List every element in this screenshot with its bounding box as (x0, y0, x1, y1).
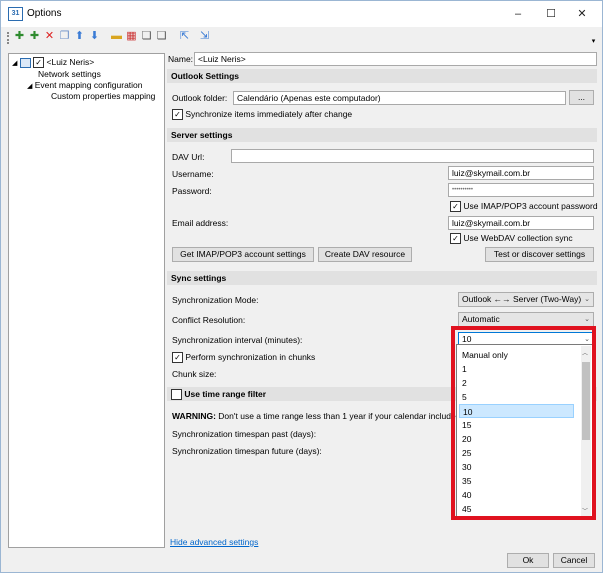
close-button[interactable]: ✕ (567, 5, 597, 23)
toolbar-grip (7, 32, 11, 44)
conflict-resolution-value: Automatic (462, 314, 500, 324)
move-down-icon[interactable]: ⬇ (88, 30, 101, 43)
toolbar-overflow-icon[interactable]: ▾ (587, 35, 600, 48)
window-title: Options (27, 8, 62, 19)
app-icon: 31 (8, 7, 23, 21)
import-icon[interactable]: ⇲ (198, 30, 211, 43)
collapse-icon[interactable]: ◢ (27, 83, 32, 90)
tree-item-custom-properties[interactable]: Custom properties mapping (51, 91, 155, 101)
chevron-down-icon: ⌄ (584, 316, 590, 323)
dav-url-input[interactable] (231, 149, 594, 163)
browse-folder-button[interactable]: ... (569, 90, 594, 105)
calendar-icon (19, 57, 31, 68)
password-input[interactable]: •••••••••• (448, 183, 594, 197)
sync-interval-label: Synchronization interval (minutes): (172, 335, 303, 345)
warning-bold: WARNING: (172, 411, 216, 421)
title-bar: 31 Options – ☐ ✕ (1, 1, 602, 27)
timespan-future-label: Synchronization timespan future (days): (172, 446, 322, 456)
use-webdav-row[interactable]: ✓ Use WebDAV collection sync (450, 233, 573, 245)
add-child-icon[interactable]: ✚ (28, 30, 41, 43)
email-label: Email address: (172, 218, 229, 228)
password-label: Password: (172, 186, 212, 196)
time-range-warning: WARNING: Don't use a time range less tha… (172, 411, 456, 421)
use-webdav-checkbox[interactable]: ✓ (450, 233, 461, 245)
email-input[interactable]: luiz@skymail.com.br (448, 216, 594, 230)
profile-tree: ◢ ✓ <Luiz Neris> Network settings ◢ Even… (8, 53, 165, 548)
ok-button[interactable]: Ok (507, 553, 549, 568)
sync-chunks-checkbox[interactable]: ✓ (172, 352, 183, 364)
sync-mode-select[interactable]: Outlook ←→ Server (Two-Way) ⌄ (458, 292, 594, 307)
sync-settings-header: Sync settings (167, 271, 597, 285)
sync-immediately-label: Synchronize items immediately after chan… (185, 109, 353, 119)
outlook-settings-header: Outlook Settings (167, 69, 597, 83)
sync-chunks-row[interactable]: ✓ Perform synchronization in chunks (172, 352, 316, 364)
tree-root[interactable]: ◢ ✓ <Luiz Neris> (12, 57, 95, 69)
create-dav-resource-button[interactable]: Create DAV resource (318, 247, 412, 262)
clear-cache-icon[interactable]: ▦ (125, 30, 138, 43)
test-settings-button[interactable]: Test or discover settings (485, 247, 594, 262)
tree-item-event-mapping-label: Event mapping configuration (34, 80, 143, 90)
delete-icon[interactable]: ✕ (43, 30, 56, 43)
sync-mode-value: Outlook ←→ Server (Two-Way) (462, 294, 582, 304)
export-icon[interactable]: ⇱ (178, 30, 191, 43)
warning-text: Don't use a time range less than 1 year … (215, 411, 456, 421)
profile-checkbox[interactable]: ✓ (33, 57, 45, 69)
name-label: Name: (168, 54, 194, 64)
move-up-icon[interactable]: ⬆ (73, 30, 86, 43)
time-range-checkbox[interactable] (171, 389, 182, 401)
collapse-icon[interactable]: ◢ (12, 60, 17, 67)
conflict-resolution-label: Conflict Resolution: (172, 315, 246, 325)
server-settings-header: Server settings (167, 128, 597, 142)
use-webdav-label: Use WebDAV collection sync (463, 233, 573, 243)
toolbar: ✚ ✚ ✕ ❐ ⬆ ⬇ ▬ ▦ ❏ ❏ ⇱ ⇲ ▾ (5, 29, 599, 47)
timespan-past-label: Synchronization timespan past (days): (172, 429, 317, 439)
get-imap-settings-button[interactable]: Get IMAP/POP3 account settings (172, 247, 314, 262)
outlook-folder-label: Outlook folder: (172, 93, 228, 103)
sync-immediately-checkbox[interactable]: ✓ (172, 109, 183, 121)
name-input[interactable]: <Luiz Neris> (194, 52, 597, 66)
username-input[interactable]: luiz@skymail.com.br (448, 166, 594, 180)
username-label: Username: (172, 169, 214, 179)
copy-settings-icon[interactable]: ❏ (140, 30, 153, 43)
sync-chunks-label: Perform synchronization in chunks (185, 352, 316, 362)
chevron-down-icon: ⌄ (584, 296, 590, 303)
hide-advanced-link[interactable]: Hide advanced settings (170, 537, 258, 547)
copy-icon[interactable]: ❐ (58, 30, 71, 43)
dav-url-label: DAV Url: (172, 152, 205, 162)
use-imap-label: Use IMAP/POP3 account password (463, 201, 598, 211)
use-imap-row[interactable]: ✓ Use IMAP/POP3 account password (450, 201, 598, 213)
maximize-button[interactable]: ☐ (536, 5, 566, 23)
tree-item-network-settings[interactable]: Network settings (38, 69, 101, 79)
minimize-button[interactable]: – (503, 5, 533, 23)
tree-item-event-mapping[interactable]: ◢ Event mapping configuration (27, 80, 143, 90)
cancel-button[interactable]: Cancel (553, 553, 595, 568)
add-icon[interactable]: ✚ (13, 30, 26, 43)
tree-root-label: <Luiz Neris> (46, 57, 95, 67)
highlight-box (451, 326, 596, 520)
conflict-resolution-select[interactable]: Automatic ⌄ (458, 312, 594, 327)
sync-mode-label: Synchronization Mode: (172, 295, 259, 305)
paste-settings-icon[interactable]: ❏ (155, 30, 168, 43)
chunk-size-label: Chunk size: (172, 369, 217, 379)
folder-icon[interactable]: ▬ (110, 30, 123, 43)
time-range-label: Use time range filter (184, 389, 267, 399)
options-window: 31 Options – ☐ ✕ ✚ ✚ ✕ ❐ ⬆ ⬇ ▬ ▦ ❏ ❏ ⇱ ⇲… (0, 0, 603, 573)
sync-immediately-row[interactable]: ✓ Synchronize items immediately after ch… (172, 109, 353, 121)
use-imap-checkbox[interactable]: ✓ (450, 201, 461, 213)
outlook-folder-input[interactable]: Calendário (Apenas este computador) (233, 91, 566, 105)
